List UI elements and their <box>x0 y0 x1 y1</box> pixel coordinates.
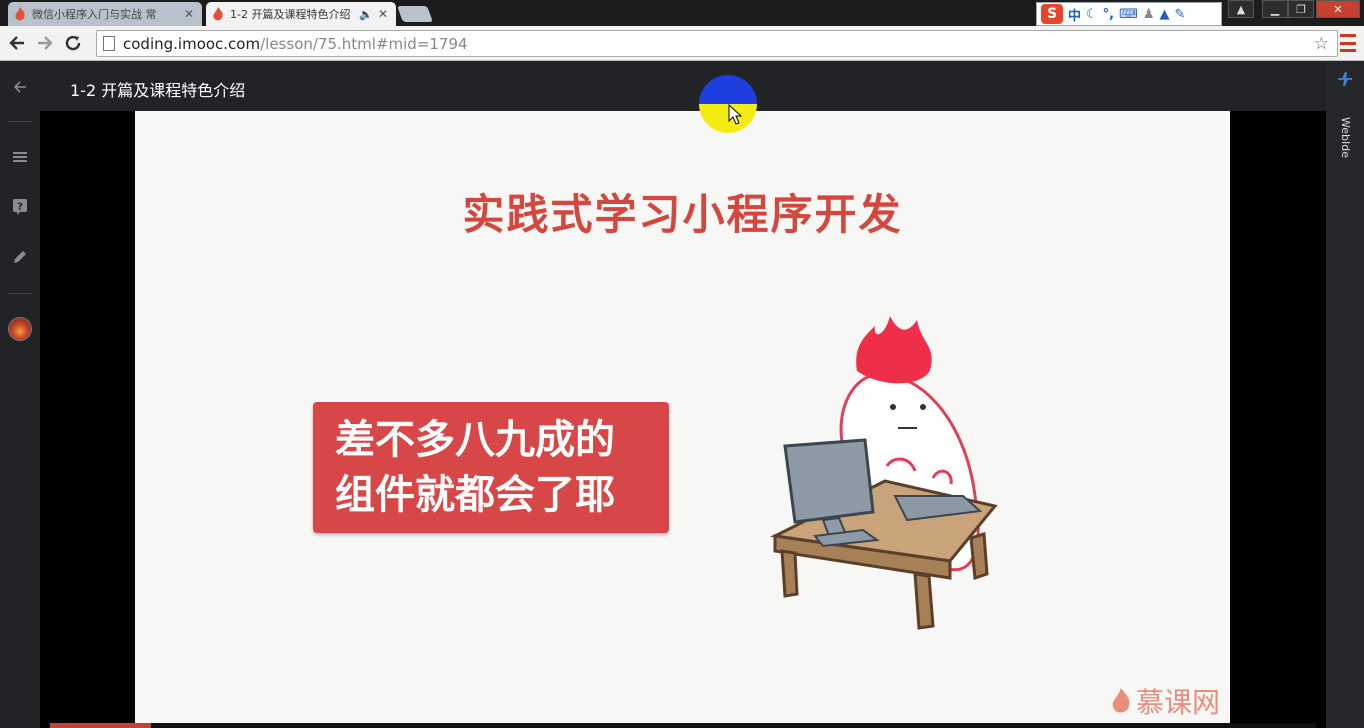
browser-tab-2[interactable]: 1-2 开篇及课程特色介绍 🔈 ✕ <box>206 2 396 26</box>
svg-text:?: ? <box>17 202 23 213</box>
back-arrow-icon[interactable] <box>10 77 30 97</box>
imooc-watermark: 慕课网 <box>1110 681 1220 721</box>
browser-tab-1[interactable]: 微信小程序入门与实战 常 ✕ <box>8 2 202 26</box>
mouse-pointer-icon <box>728 104 742 125</box>
tab-close-icon[interactable]: ✕ <box>376 7 390 21</box>
sogou-logo-icon[interactable]: S <box>1041 4 1063 24</box>
lesson-header: 1-2 开篇及课程特色介绍 <box>40 61 1326 111</box>
close-window-button[interactable]: ✕ <box>1316 0 1360 18</box>
reload-button[interactable] <box>62 32 84 54</box>
punctuation-icon[interactable]: °, <box>1103 7 1114 22</box>
forward-arrow-icon <box>38 36 53 50</box>
divider <box>8 121 32 122</box>
back-button[interactable] <box>6 32 28 54</box>
callout-line-2: 组件就都会了耶 <box>335 472 615 518</box>
lesson-title: 1-2 开篇及课程特色介绍 <box>70 81 246 100</box>
webide-label[interactable]: WebIde <box>1339 117 1352 158</box>
tab-title: 1-2 开篇及课程特色介绍 <box>230 8 351 21</box>
minimize-button[interactable]: ▁ <box>1262 0 1288 18</box>
video-progress-fill <box>50 723 152 728</box>
wrench-icon[interactable]: ✎ <box>1175 7 1186 22</box>
keyboard-icon[interactable]: ⌨ <box>1119 7 1138 22</box>
reload-icon <box>65 35 81 51</box>
pencil-icon[interactable] <box>10 247 30 267</box>
ime-mode-label[interactable]: 中 <box>1068 5 1081 24</box>
imooc-flame-icon <box>15 7 25 21</box>
ime-toolbar: S 中 ☾ °, ⌨ ♟ ▲ ✎ <box>1036 2 1222 26</box>
back-arrow-icon <box>9 36 24 50</box>
imooc-flame-icon <box>213 7 223 21</box>
address-bar[interactable]: coding.imooc.com/lesson/75.html#mid=1794… <box>96 30 1338 57</box>
imooc-flame-icon <box>1112 688 1130 713</box>
right-sidebar: WebIde <box>1326 61 1364 728</box>
cursor-highlight <box>699 75 757 133</box>
slide-title: 实践式学习小程序开发 <box>462 190 903 239</box>
user-icon[interactable]: ♟ <box>1143 7 1155 22</box>
tab-close-icon[interactable]: ✕ <box>182 7 196 21</box>
url-host: coding.imooc.com <box>123 34 261 53</box>
maximize-button[interactable]: ❐ <box>1288 0 1314 18</box>
browser-tab-strip: 微信小程序入门与实战 常 ✕ 1-2 开篇及课程特色介绍 🔈 ✕ S 中 ☾ °… <box>0 0 1364 26</box>
moon-icon[interactable]: ☾ <box>1086 7 1098 22</box>
callout-line-1: 差不多八九成的 <box>335 417 615 463</box>
url-path: /lesson/75.html#mid=1794 <box>260 34 468 53</box>
browser-menu-icon[interactable] <box>1340 34 1356 52</box>
tab-title: 微信小程序入门与实战 常 <box>32 8 157 21</box>
avatar[interactable] <box>8 317 32 341</box>
webide-icon[interactable] <box>1337 71 1353 91</box>
shirt-icon[interactable]: ▲ <box>1160 7 1170 22</box>
forward-button[interactable] <box>34 32 56 54</box>
audio-playing-icon[interactable]: 🔈 <box>359 8 373 21</box>
new-tab-button[interactable] <box>397 6 433 22</box>
watermark-text: 慕课网 <box>1136 686 1221 719</box>
menu-icon[interactable] <box>10 147 30 167</box>
callout-box: 差不多八九成的 组件就都会了耶 <box>313 402 669 533</box>
mascot-at-computer-illustration <box>770 316 998 630</box>
browser-toolbar: coding.imooc.com/lesson/75.html#mid=1794… <box>0 26 1364 61</box>
profile-button[interactable]: ▲ <box>1228 0 1254 18</box>
left-sidebar: ? <box>0 61 40 728</box>
video-progress-bar[interactable] <box>50 723 1316 728</box>
question-icon[interactable]: ? <box>10 197 30 217</box>
star-icon[interactable]: ☆ <box>1314 34 1329 54</box>
divider <box>8 293 32 294</box>
video-slide: 实践式学习小程序开发 差不多八九成的 组件就都会了耶 慕课网 <box>135 111 1230 724</box>
page-icon <box>103 36 115 51</box>
